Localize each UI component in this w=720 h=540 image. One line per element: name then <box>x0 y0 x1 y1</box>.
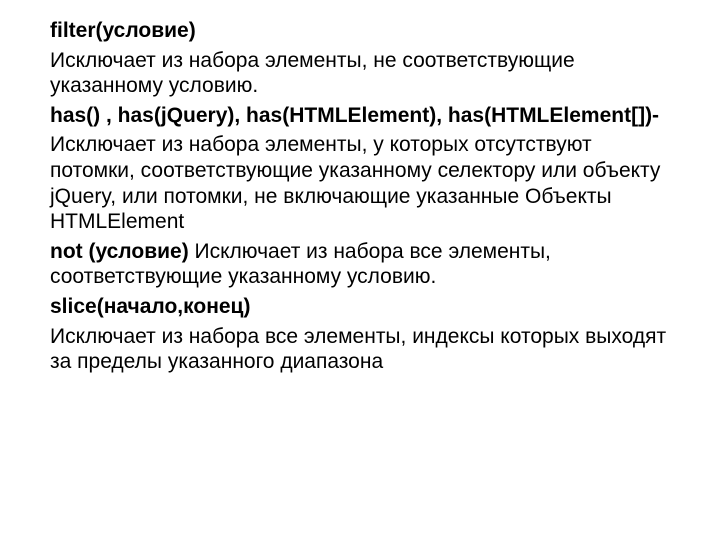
has-title: has() , has(jQuery), has(HTMLElement), h… <box>50 103 670 129</box>
slide-body: filter(условие) Исключает из набора элем… <box>0 0 720 375</box>
filter-description: Исключает из набора элементы, не соответ… <box>50 48 670 99</box>
not-line: not (условие) Исключает из набора все эл… <box>50 239 670 290</box>
slice-title: slice(начало,конец) <box>50 294 670 320</box>
filter-title: filter(условие) <box>50 18 670 44</box>
slice-description: Исключает из набора все элементы, индекс… <box>50 324 670 375</box>
not-title: not (условие) <box>50 240 195 263</box>
has-description: Исключает из набора элементы, у которых … <box>50 132 670 234</box>
